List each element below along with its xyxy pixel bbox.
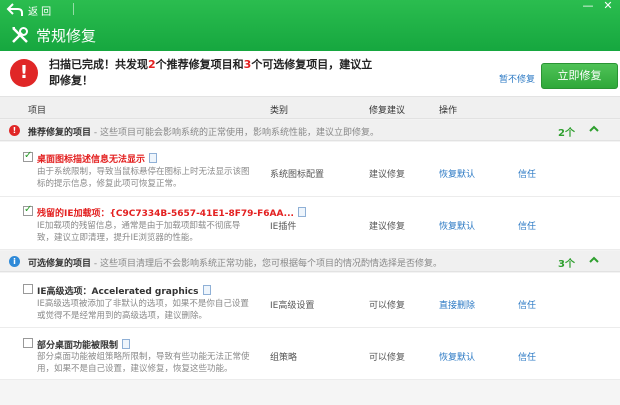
checkmark-icon: ✓ (24, 204, 33, 215)
delete-link[interactable]: 直接删除 (439, 298, 475, 311)
section-recommended[interactable]: ! 推荐修复的项目 - 这些项目可能会影响系统的正常使用，影响系统性能，建议立即… (0, 120, 620, 141)
item-title-text: 桌面图标描述信息无法显示 (37, 155, 146, 165)
section-title-text: 可选修复的项目 (28, 259, 92, 269)
info-icon: i (9, 256, 20, 267)
back-label: 返 回 (28, 6, 52, 18)
back-arrow-icon (6, 3, 23, 16)
item-checkbox[interactable] (23, 284, 33, 294)
item-category: IE高级设置 (270, 301, 315, 311)
wrench-screwdriver-icon (12, 27, 28, 43)
exclamation-icon: ! (10, 59, 38, 87)
column-header-suggestion: 修复建议 (369, 106, 406, 116)
scan-result-text: 扫描已完成！共发现2个推荐修复项目和3个可选修复项目，建议立即修复！ (49, 57, 379, 89)
item-description: 部分桌面功能被组策略所限制，导致有些功能无法正常使用，如果不是自己设置，建议修复… (37, 352, 250, 374)
section-description: - 这些项目可能会影响系统的正常使用，影响系统性能，建议立即修复。 (91, 128, 379, 138)
close-button[interactable]: ✕ (598, 0, 618, 14)
item-title-text: 部分桌面功能被限制 (37, 341, 119, 351)
item-title: IE高级选项：Accelerated graphics (37, 284, 211, 297)
minimize-icon: — (582, 0, 594, 12)
scan-result-banner: ! 扫描已完成！共发现2个推荐修复项目和3个可选修复项目，建议立即修复！ 暂不修… (0, 51, 620, 97)
item-checkbox[interactable]: ✓ (23, 204, 33, 216)
trust-link[interactable]: 信任 (518, 350, 536, 363)
item-suggestion: 建议修复 (369, 170, 406, 180)
title-bar: 返 回 — ✕ 常规修复 (0, 0, 620, 51)
section-title-text: 推荐修复的项目 (28, 128, 92, 138)
list-item[interactable]: ✓ 桌面图标描述信息无法显示 由于系统限制，导致当鼠标悬停在图标上时无法显示该图… (0, 142, 620, 197)
section-count: 3个 (558, 259, 575, 270)
skip-fix-link[interactable]: 暂不修复 (499, 72, 535, 85)
item-checkbox[interactable]: ✓ (23, 150, 33, 162)
page-title: 常规修复 (10, 24, 96, 46)
close-icon: ✕ (603, 0, 613, 12)
scan-text-part: 个推荐修复项目和 (155, 58, 244, 71)
item-title: 部分桌面功能被限制 (37, 338, 131, 351)
document-icon[interactable] (202, 285, 211, 295)
chevron-up-icon[interactable] (588, 254, 600, 266)
item-description: IE高级选项被添加了非默认的选项，如果不是你自己设置或觉得不是经常用到的高级选项… (37, 299, 249, 321)
item-category: 系统图标配置 (270, 170, 325, 180)
item-suggestion: 建议修复 (369, 222, 406, 232)
fix-now-button[interactable]: 立即修复 (541, 63, 618, 89)
section-count: 2个 (558, 128, 575, 139)
item-title-text: 残留的IE加载项：{C9C7334B-5657-41E1-8F79-F6AA..… (37, 209, 294, 219)
item-suggestion: 可以修复 (369, 301, 406, 311)
table-header: 项目 类别 修复建议 操作 (0, 97, 620, 119)
item-checkbox[interactable] (23, 338, 33, 348)
column-header-category: 类别 (270, 106, 289, 116)
scan-text-part: 扫描已完成！共发现 (49, 58, 148, 71)
chevron-up-icon[interactable] (588, 123, 600, 135)
item-title: 残留的IE加载项：{C9C7334B-5657-41E1-8F79-F6AA..… (37, 206, 306, 219)
list-item[interactable]: ✓ 残留的IE加载项：{C9C7334B-5657-41E1-8F79-F6AA… (0, 197, 620, 250)
page-title-text: 常规修复 (36, 26, 97, 45)
warning-icon: ! (9, 125, 20, 136)
item-description: 由于系统限制，导致当鼠标悬停在图标上时无法显示该图标的提示信息，修复此项可恢复正… (37, 167, 250, 189)
column-header-item: 项目 (28, 106, 47, 116)
list-item[interactable]: IE高级选项：Accelerated graphics IE高级选项被添加了非默… (0, 273, 620, 328)
checkmark-icon: ✓ (24, 150, 33, 161)
list-item[interactable]: 部分桌面功能被限制 部分桌面功能被组策略所限制，导致有些功能无法正常使用，如果不… (0, 328, 620, 380)
document-icon[interactable] (297, 207, 306, 217)
item-suggestion: 可以修复 (369, 353, 406, 363)
restore-default-link[interactable]: 恢复默认 (439, 167, 475, 180)
item-description: IE加载项的残留信息，通常是由于加载项卸载不彻底导致，建议立即清理，提升IE浏览… (37, 221, 241, 243)
document-icon[interactable] (122, 339, 131, 349)
section-optional[interactable]: i 可选修复的项目 - 这些项目清理后不会影响系统正常功能，您可根据每个项目的情… (0, 251, 620, 272)
recommended-count: 2 (148, 58, 156, 71)
section-title: 可选修复的项目 - 这些项目清理后不会影响系统正常功能，您可根据每个项目的情况酌… (28, 256, 442, 269)
restore-default-link[interactable]: 恢复默认 (439, 350, 475, 363)
item-category: 组策略 (270, 353, 298, 363)
trust-link[interactable]: 信任 (518, 167, 536, 180)
divider (73, 3, 74, 15)
section-description: - 这些项目清理后不会影响系统正常功能，您可根据每个项目的情况酌情选择是否修复。 (91, 259, 442, 269)
document-icon[interactable] (149, 153, 158, 163)
item-category: IE插件 (270, 222, 297, 232)
minimize-button[interactable]: — (578, 0, 598, 14)
item-title: 桌面图标描述信息无法显示 (37, 152, 158, 165)
trust-link[interactable]: 信任 (518, 298, 536, 311)
restore-default-link[interactable]: 恢复默认 (439, 219, 475, 232)
section-title: 推荐修复的项目 - 这些项目可能会影响系统的正常使用，影响系统性能，建议立即修复… (28, 125, 379, 138)
back-button[interactable]: 返 回 (6, 2, 51, 18)
item-title-text: IE高级选项：Accelerated graphics (37, 287, 199, 297)
column-header-action: 操作 (439, 106, 458, 116)
trust-link[interactable]: 信任 (518, 219, 536, 232)
footer-area (0, 380, 620, 405)
